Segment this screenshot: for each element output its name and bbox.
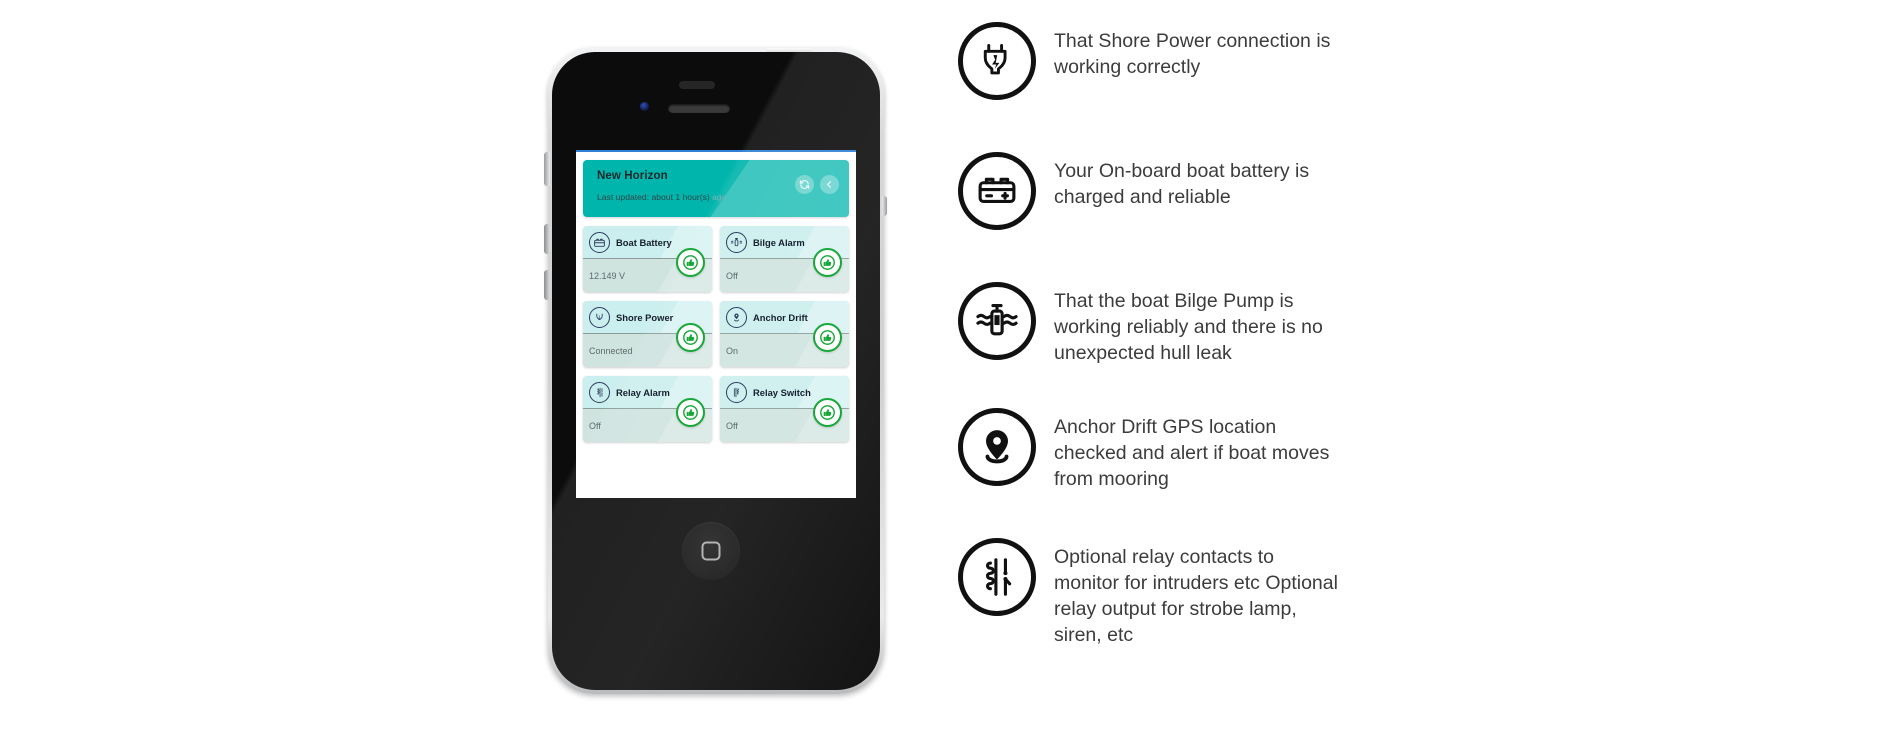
volume-up-button[interactable] [544, 224, 550, 254]
list-item: That Shore Power connection is working c… [958, 22, 1344, 100]
card-footer: Off [720, 398, 849, 442]
proximity-sensor-icon [679, 81, 715, 89]
phone-front-glass: New Horizon Last updated: about 1 hour(s… [552, 52, 880, 690]
phone-screen: New Horizon Last updated: about 1 hour(s… [576, 150, 856, 498]
app-viewport: New Horizon Last updated: about 1 hour(s… [576, 152, 856, 448]
list-item-text: Optional relay contacts to monitor for i… [1054, 546, 1338, 647]
thumbs-up-icon[interactable] [813, 248, 842, 277]
thumbs-up-icon[interactable] [676, 398, 705, 427]
card-label: Boat Battery [616, 236, 672, 248]
back-button[interactable] [820, 175, 839, 194]
card-label: Relay Alarm [616, 386, 670, 398]
card-value: Off [589, 420, 601, 431]
boat-battery-icon [589, 231, 610, 253]
bilge-pump-icon [958, 282, 1036, 360]
card-footer: Off [583, 398, 712, 442]
list-item: Optional relay contacts to monitor for i… [958, 538, 1344, 649]
home-square-icon [701, 541, 721, 561]
shore-power-icon [589, 306, 610, 328]
list-item-text: That the boat Bilge Pump is working reli… [1054, 290, 1323, 365]
status-card-grid: Boat Battery 12.149 V Bilge Alarm Off Sh… [583, 226, 849, 442]
screenshot-root: New Horizon Last updated: about 1 hour(s… [0, 0, 1887, 745]
mute-switch[interactable] [544, 152, 550, 186]
feature-list: That Shore Power connection is working c… [958, 0, 1658, 745]
bilge-alarm-icon [726, 231, 747, 253]
header-actions [795, 175, 839, 194]
card-footer: 12.149 V [583, 248, 712, 292]
power-plug-icon [958, 22, 1036, 100]
last-updated-text: Last updated: about 1 hour(s) ago [597, 192, 727, 202]
map-pin-icon [958, 408, 1036, 486]
back-arrow-icon [827, 181, 832, 188]
boat-name-title: New Horizon [597, 170, 668, 182]
card-value: Off [726, 270, 738, 281]
phone-chassis: New Horizon Last updated: about 1 hour(s… [544, 48, 887, 694]
list-item: Anchor Drift GPS location checked and al… [958, 408, 1344, 492]
list-item: That the boat Bilge Pump is working reli… [958, 282, 1344, 366]
relay-coil-icon [958, 538, 1036, 616]
card-value: On [726, 345, 739, 356]
card-label: Bilge Alarm [753, 236, 805, 248]
anchor-drift-icon [726, 306, 747, 328]
status-card-relay-switch[interactable]: Relay Switch Off [720, 376, 849, 442]
thumbs-up-icon[interactable] [676, 323, 705, 352]
battery-icon [958, 152, 1036, 230]
thumbs-up-icon[interactable] [813, 323, 842, 352]
app-header: New Horizon Last updated: about 1 hour(s… [583, 160, 849, 217]
card-footer: Off [720, 248, 849, 292]
card-footer: Connected [583, 323, 712, 367]
last-updated-label: Last updated: about 1 hour(s) [597, 192, 710, 202]
volume-down-button[interactable] [544, 270, 550, 300]
list-item-text: Anchor Drift GPS location checked and al… [1054, 416, 1330, 491]
thumbs-up-icon[interactable] [813, 398, 842, 427]
card-label: Shore Power [616, 311, 674, 323]
list-item-text: Your On-board boat battery is charged an… [1054, 160, 1310, 209]
status-card-shore-power[interactable]: Shore Power Connected [583, 301, 712, 367]
list-item-text: That Shore Power connection is working c… [1054, 30, 1331, 79]
refresh-button[interactable] [795, 175, 814, 194]
list-item: Your On-board boat battery is charged an… [958, 152, 1344, 230]
card-value: Connected [589, 345, 633, 356]
card-value: Off [726, 420, 738, 431]
status-card-anchor-drift[interactable]: Anchor Drift On [720, 301, 849, 367]
status-card-boat-battery[interactable]: Boat Battery 12.149 V [583, 226, 712, 292]
thumbs-up-icon[interactable] [676, 248, 705, 277]
home-button[interactable] [682, 522, 740, 580]
refresh-icon [799, 180, 810, 189]
card-label: Anchor Drift [753, 311, 808, 323]
earpiece-speaker-icon [668, 104, 730, 113]
front-camera-icon [640, 102, 649, 111]
card-label: Relay Switch [753, 386, 811, 398]
status-card-relay-alarm[interactable]: Relay Alarm Off [583, 376, 712, 442]
card-footer: On [720, 323, 849, 367]
relay-switch-icon [726, 381, 747, 403]
relay-alarm-icon [589, 381, 610, 403]
status-card-bilge-alarm[interactable]: Bilge Alarm Off [720, 226, 849, 292]
card-value: 12.149 V [589, 270, 626, 281]
phone-mockup: New Horizon Last updated: about 1 hour(s… [544, 40, 888, 700]
last-updated-suffix: ago [712, 192, 727, 202]
sim-tray [882, 196, 887, 216]
